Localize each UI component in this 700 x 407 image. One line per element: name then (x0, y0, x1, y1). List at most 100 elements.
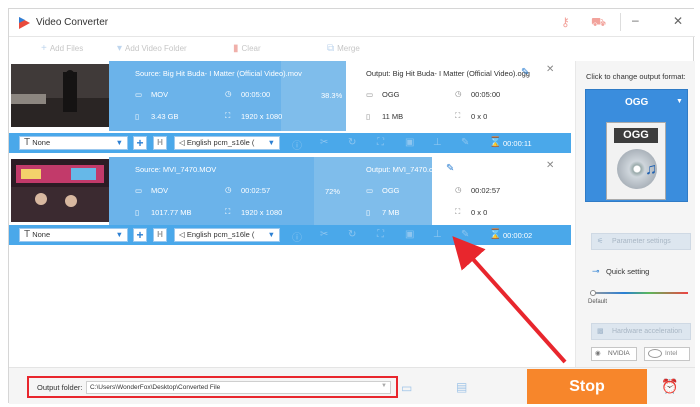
output-duration: 00:05:00 (471, 90, 501, 99)
chevron-down-icon: ▼ (115, 230, 123, 239)
scissors-icon[interactable]: ✂ (320, 137, 328, 148)
subtitle-dropdown[interactable]: T None ▼ (19, 228, 128, 242)
subtitle-icon: T (24, 229, 31, 240)
source-duration: 00:02:57 (241, 186, 271, 195)
elapsed-time: 00:00:11 (503, 139, 532, 148)
resolution-icon: ⛶ (225, 207, 231, 216)
info-icon[interactable]: ⓘ (292, 229, 302, 244)
task-list: Source: Big Hit Buda- I Matter (Official… (9, 61, 571, 367)
output-folder-input[interactable]: C:\Users\WonderFox\Desktop\Converted Fil… (86, 381, 391, 394)
scissors-icon[interactable]: ✂ (320, 229, 328, 240)
chevron-down-icon[interactable]: ▼ (381, 383, 387, 389)
watermark-icon[interactable]: ⊥ (433, 229, 442, 240)
format-icon: OGG ♫ (606, 122, 666, 200)
remove-task-button[interactable]: ✕ (546, 160, 554, 171)
source-name: Source: Big Hit Buda- I Matter (Official… (135, 69, 302, 78)
task-options-bar: T None ▼ + H ◁ English pcm_s16le (▼ ⓘ ✂ ↻… (9, 133, 571, 153)
stop-button[interactable]: Stop (527, 369, 647, 404)
rotate-icon[interactable]: ↻ (348, 229, 356, 240)
output-format-icon: ▭ (366, 186, 374, 195)
source-duration: 00:05:00 (241, 90, 271, 99)
clear-button[interactable]: ▮ Clear (233, 38, 261, 60)
quick-setting-label: Quick setting (606, 267, 650, 276)
output-format-selector[interactable]: OGG ▼ OGG ♫ (585, 89, 688, 202)
alarm-clock-icon[interactable]: ⏰ (661, 378, 678, 395)
task-row[interactable]: Source: Big Hit Buda- I Matter (Official… (9, 61, 571, 131)
source-name: Source: MVI_7470.MOV (135, 165, 217, 174)
output-folder-label: Output folder: (37, 383, 83, 392)
merge-audio-button[interactable]: H (153, 136, 167, 150)
add-files-button[interactable]: + Add Files (41, 38, 83, 60)
effects-icon[interactable]: ▣ (405, 229, 414, 240)
clock-icon: ◷ (225, 185, 232, 194)
slider-handle[interactable] (590, 290, 596, 296)
edit-output-icon[interactable]: ✎ (521, 67, 529, 78)
clock-icon: ◷ (455, 185, 462, 194)
effects-icon[interactable]: ▣ (405, 137, 414, 148)
edit-output-icon[interactable]: ✎ (446, 163, 454, 174)
output-size: 11 MB (382, 112, 404, 121)
crop-icon[interactable]: ⛶ (377, 137, 384, 148)
file-size-icon: ▯ (366, 112, 371, 121)
quality-slider[interactable] (590, 290, 688, 296)
info-icon[interactable]: ⓘ (292, 137, 302, 152)
selected-format: OGG (625, 97, 649, 108)
output-format-icon: ▭ (366, 90, 374, 99)
title-divider (620, 13, 621, 31)
source-format-icon: ▭ (135, 90, 143, 99)
subtitle-dropdown[interactable]: T None ▼ (19, 136, 128, 150)
folder-icon[interactable]: ▭ (401, 381, 412, 395)
output-size: 7 MB (382, 208, 400, 217)
nvidia-logo-icon: ◉ (595, 350, 601, 357)
resolution-icon: ⛶ (225, 111, 231, 120)
output-resolution: 0 x 0 (471, 208, 488, 217)
slider-track (590, 292, 688, 294)
minimize-button[interactable]: – (632, 13, 639, 27)
source-format: MOV (151, 186, 169, 195)
resolution-icon: ⛶ (455, 111, 461, 120)
rotate-icon[interactable]: ↻ (348, 137, 356, 148)
progress-text: 38.3% (321, 91, 343, 100)
chevron-down-icon: ▼ (676, 98, 683, 105)
subtitle-icon: T (24, 137, 31, 148)
output-name: Output: MVI_7470.ogg (366, 165, 442, 174)
timer-icon: ⌛ (489, 229, 502, 240)
audio-track-dropdown[interactable]: ◁ English pcm_s16le (▼ (174, 136, 280, 150)
edit-icon[interactable]: ✎ (461, 229, 469, 240)
speaker-icon: ◁ (179, 230, 185, 239)
audio-track-dropdown[interactable]: ◁ English pcm_s16le (▼ (174, 228, 280, 242)
merge-icon: ⧉ (327, 43, 335, 54)
intel-badge[interactable]: Intel (644, 347, 690, 361)
chevron-down-icon: ▼ (115, 138, 123, 147)
watermark-icon[interactable]: ⊥ (433, 137, 442, 148)
merge-audio-button[interactable]: H (153, 228, 167, 242)
source-size: 1017.77 MB (151, 208, 192, 217)
hardware-acceleration-button[interactable]: ▩ Hardware acceleration (591, 323, 691, 340)
clock-icon: ◷ (225, 89, 232, 98)
app-logo-icon (19, 17, 30, 29)
default-label: Default (588, 299, 608, 305)
edit-icon[interactable]: ✎ (461, 137, 469, 148)
close-window-button[interactable]: ✕ (673, 14, 683, 28)
add-video-folder-button[interactable]: ▾ Add Video Folder (117, 38, 187, 60)
source-format-icon: ▭ (135, 186, 143, 195)
intel-logo-icon (648, 349, 662, 358)
output-duration: 00:02:57 (471, 186, 501, 195)
open-folder-icon[interactable]: ▤ (456, 380, 467, 394)
video-thumbnail (11, 159, 109, 222)
progress-text: 72% (325, 187, 341, 196)
add-subtitle-button[interactable]: + (133, 228, 147, 242)
add-subtitle-button[interactable]: + (133, 136, 147, 150)
crop-icon[interactable]: ⛶ (377, 229, 384, 240)
remove-task-button[interactable]: ✕ (546, 64, 554, 75)
chip-icon: ▩ (597, 328, 604, 335)
source-resolution: 1920 x 1080 (241, 208, 283, 217)
key-icon[interactable]: ⚷ (561, 15, 570, 29)
file-size-icon: ▯ (366, 208, 371, 217)
quick-setting-icon: ⊸ (592, 266, 600, 276)
cart-icon[interactable]: ⛟ (591, 15, 606, 31)
merge-button[interactable]: ⧉ Merge (327, 38, 360, 60)
nvidia-badge[interactable]: ◉ NVIDIA (591, 347, 637, 361)
parameter-settings-button[interactable]: ⚟ Parameter settings (591, 233, 691, 250)
task-row[interactable]: Source: MVI_7470.MOV ▭ MOV ◷ 00:02:57 ▯ … (9, 157, 571, 227)
